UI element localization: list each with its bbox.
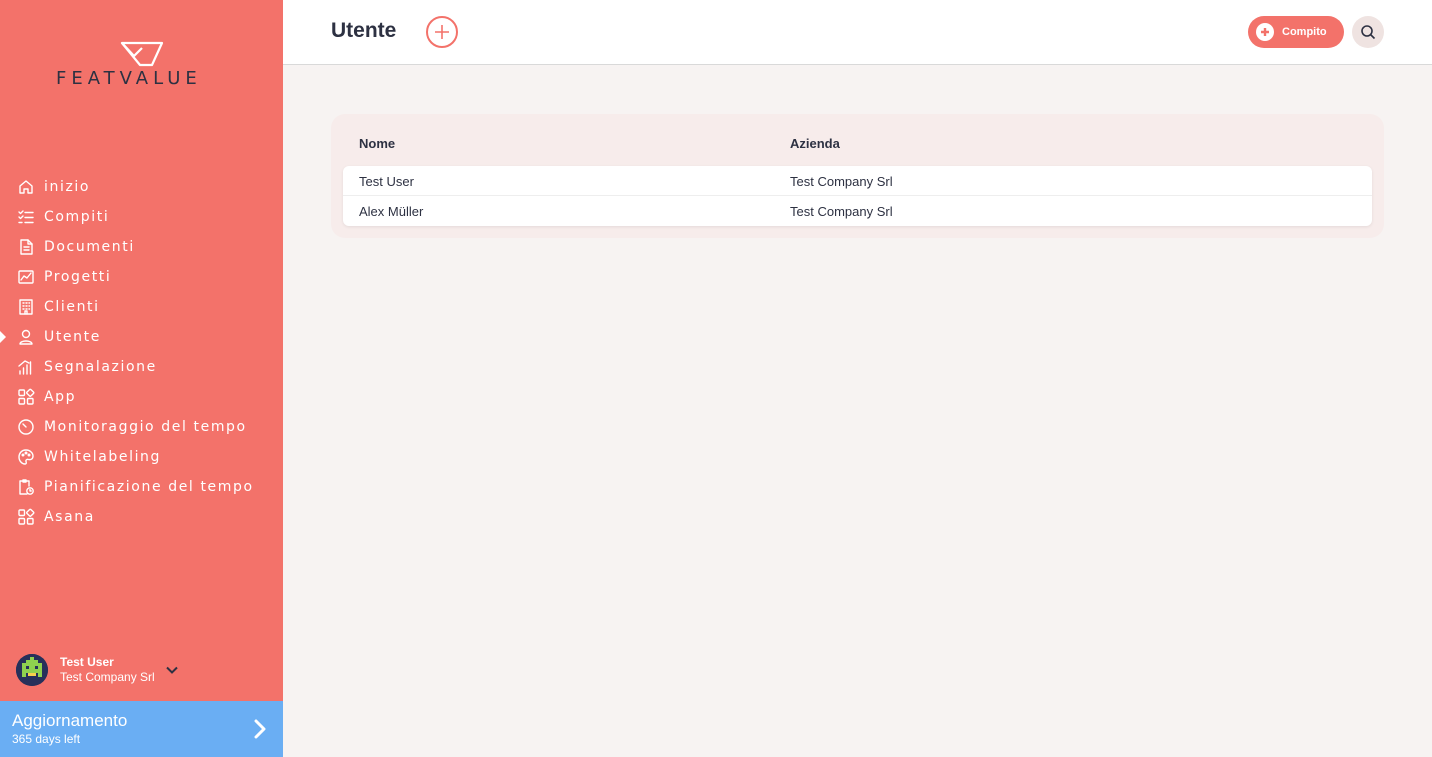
sidebar-item-inizio[interactable]: inizio [0, 172, 283, 202]
sidebar-item-label: Asana [44, 509, 95, 525]
sidebar-item-label: Clienti [44, 299, 100, 315]
top-header: Utente Compito [283, 0, 1432, 65]
table-body: Test User Test Company Srl Alex Müller T… [343, 166, 1372, 226]
brand-name: FEATVALUE [56, 68, 202, 89]
user-name: Test User [60, 655, 114, 669]
upgrade-days-left: 365 days left [12, 732, 81, 746]
sidebar-item-label: Compiti [44, 209, 110, 225]
document-icon [17, 238, 35, 256]
palette-icon [17, 448, 35, 466]
plus-icon [435, 25, 449, 39]
table-row[interactable]: Test User Test Company Srl [343, 166, 1372, 196]
sidebar-item-label: Whitelabeling [44, 449, 162, 465]
cell-azienda: Test Company Srl [790, 204, 893, 219]
search-icon [1361, 25, 1376, 40]
sidebar-nav: inizio Compiti Documenti Progetti Client… [0, 172, 283, 532]
signal-bars-icon [17, 358, 35, 376]
logo-mark-icon [120, 41, 164, 67]
apps-grid-icon [17, 388, 35, 406]
sidebar-item-label: Pianificazione del tempo [44, 479, 254, 495]
chart-board-icon [17, 268, 35, 286]
sidebar-item-whitelabeling[interactable]: Whitelabeling [0, 442, 283, 472]
home-icon [17, 178, 35, 196]
sidebar-item-label: Utente [44, 329, 101, 345]
sidebar-item-pianificazione[interactable]: Pianificazione del tempo [0, 472, 283, 502]
sidebar-item-label: Progetti [44, 269, 112, 285]
sidebar-item-utente[interactable]: Utente [0, 322, 283, 352]
plus-circle-icon [1256, 23, 1274, 41]
sidebar-item-label: Monitoraggio del tempo [44, 419, 247, 435]
chevron-right-icon [253, 718, 267, 740]
upgrade-title: Aggiornamento [12, 711, 128, 730]
avatar [16, 654, 48, 686]
clipboard-clock-icon [17, 478, 35, 496]
sidebar-item-compiti[interactable]: Compiti [0, 202, 283, 232]
sidebar-item-monitoraggio[interactable]: Monitoraggio del tempo [0, 412, 283, 442]
apps-grid-icon [17, 508, 35, 526]
table-row[interactable]: Alex Müller Test Company Srl [343, 196, 1372, 226]
column-header-azienda[interactable]: Azienda [790, 136, 840, 151]
new-task-button[interactable]: Compito [1248, 16, 1344, 48]
building-icon [17, 298, 35, 316]
sidebar-item-clienti[interactable]: Clienti [0, 292, 283, 322]
sidebar-item-documenti[interactable]: Documenti [0, 232, 283, 262]
cell-nome: Test User [359, 174, 414, 189]
timer-icon [17, 418, 35, 436]
chevron-down-icon[interactable] [165, 663, 179, 677]
cell-azienda: Test Company Srl [790, 174, 893, 189]
checklist-icon [17, 208, 35, 226]
sidebar-item-asana[interactable]: Asana [0, 502, 283, 532]
sidebar-item-progetti[interactable]: Progetti [0, 262, 283, 292]
page-title: Utente [331, 19, 397, 42]
upgrade-banner[interactable]: Aggiornamento 365 days left [0, 701, 283, 757]
sidebar-item-label: Segnalazione [44, 359, 157, 375]
sidebar-item-app[interactable]: App [0, 382, 283, 412]
brand-logo[interactable]: FEATVALUE [56, 40, 228, 90]
add-user-button[interactable] [426, 16, 458, 48]
sidebar-item-label: inizio [44, 179, 91, 195]
user-icon [17, 328, 35, 346]
sidebar-item-label: Documenti [44, 239, 135, 255]
table-header: Nome Azienda [359, 136, 1359, 152]
sidebar-item-segnalazione[interactable]: Segnalazione [0, 352, 283, 382]
pixel-avatar-icon [16, 654, 48, 686]
sidebar-item-label: App [44, 389, 77, 405]
cell-nome: Alex Müller [359, 204, 424, 219]
user-menu[interactable]: Test User Test Company Srl [16, 652, 266, 688]
sidebar: FEATVALUE inizio Compiti Documenti Proge… [0, 0, 283, 757]
new-task-label: Compito [1282, 26, 1327, 38]
column-header-nome[interactable]: Nome [359, 136, 395, 151]
users-table: Nome Azienda Test User Test Company Srl … [331, 114, 1384, 238]
search-button[interactable] [1352, 16, 1384, 48]
user-company: Test Company Srl [60, 670, 155, 684]
